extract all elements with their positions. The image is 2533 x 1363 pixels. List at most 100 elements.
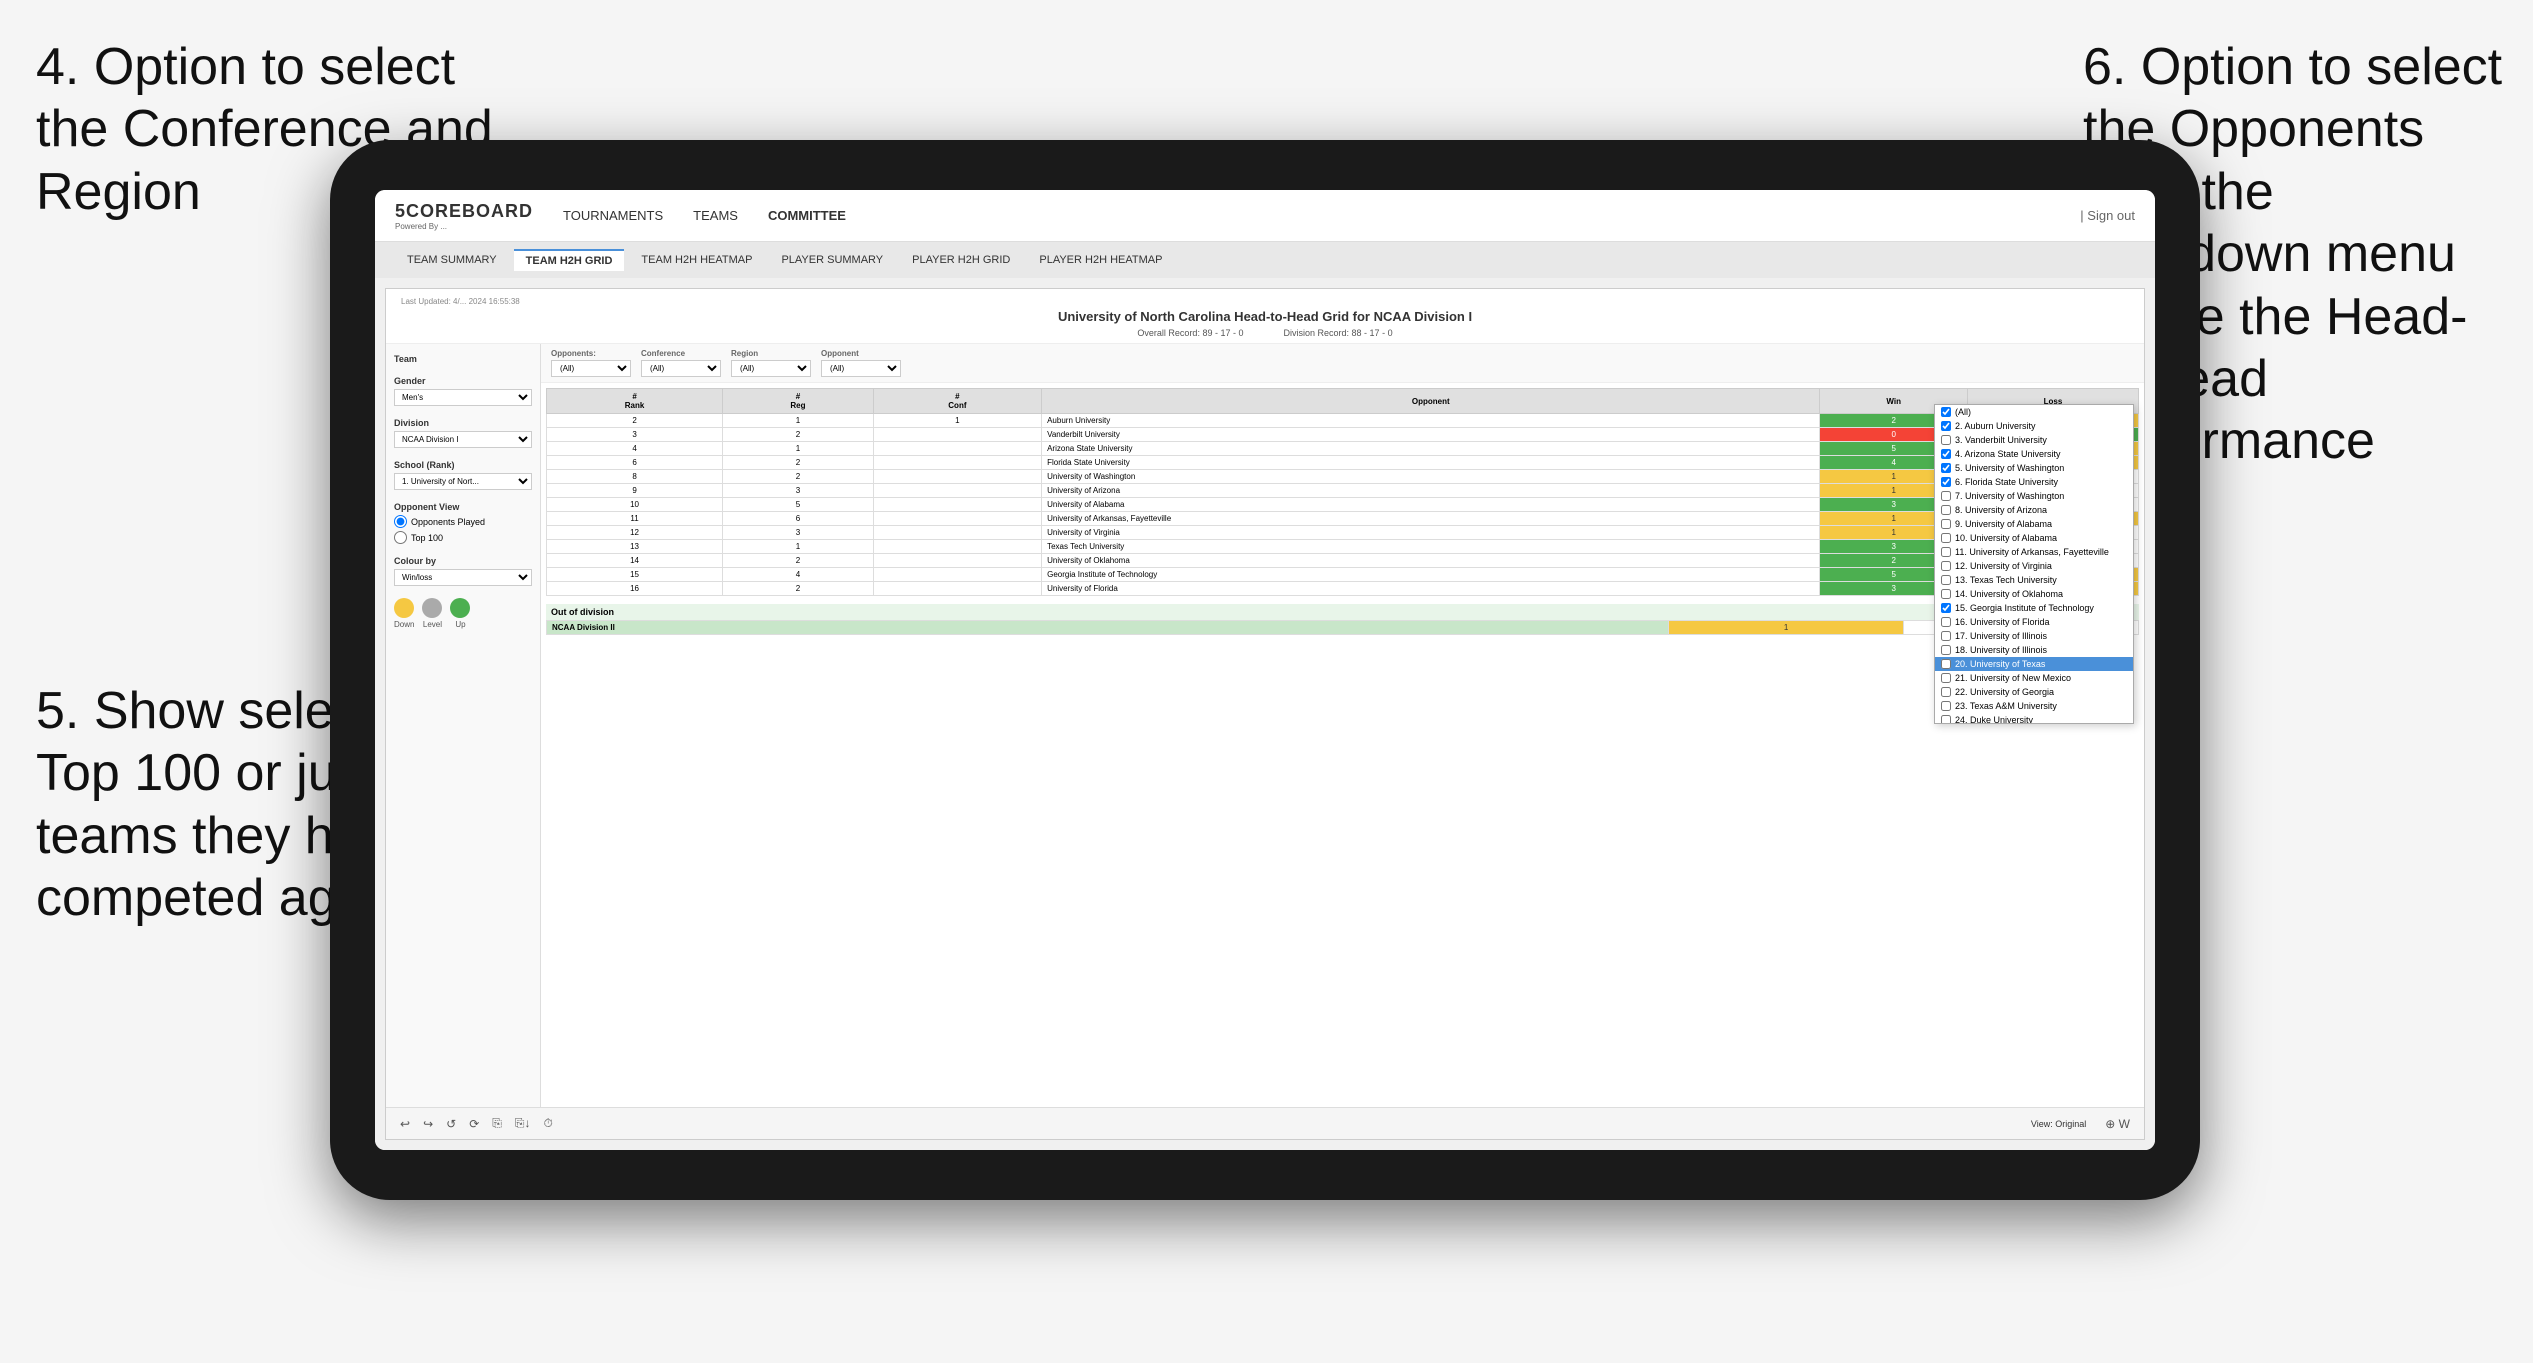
nav-tournaments[interactable]: TOURNAMENTS	[563, 203, 663, 228]
reg-cell: 2	[723, 470, 874, 484]
opponent-cell: Vanderbilt University	[1042, 428, 1820, 442]
dropdown-item[interactable]: 6. Florida State University	[1935, 475, 2133, 489]
tab-player-h2h-heatmap[interactable]: PLAYER H2H HEATMAP	[1027, 250, 1174, 270]
toolbar-paste[interactable]: ⎘↓	[511, 1114, 535, 1133]
dropdown-item[interactable]: 10. University of Alabama	[1935, 531, 2133, 545]
gender-select[interactable]: Men's	[394, 389, 532, 406]
conf-cell	[873, 540, 1041, 554]
nav-sign-out[interactable]: | Sign out	[2080, 208, 2135, 223]
tablet: 5COREBOARD Powered By ... TOURNAMENTS TE…	[330, 140, 2200, 1200]
dropdown-item[interactable]: 24. Duke University	[1935, 713, 2133, 724]
team-section: Team	[394, 354, 532, 364]
left-panel: Team Gender Men's Division NCAA Division…	[386, 344, 541, 1107]
dropdown-item[interactable]: 15. Georgia Institute of Technology	[1935, 601, 2133, 615]
opponent-cell: University of Alabama	[1042, 498, 1820, 512]
dropdown-item[interactable]: 20. University of Texas	[1935, 657, 2133, 671]
opponents-played-radio[interactable]: Opponents Played	[394, 515, 532, 528]
opponents-played-label: Opponents Played	[411, 517, 485, 527]
nav-links: TOURNAMENTS TEAMS COMMITTEE	[563, 203, 2080, 228]
toolbar-bottom: ↩ ↪ ↺ ⟳ ⎘ ⎘↓ ⏱ View: Original ⊕ W	[386, 1107, 2144, 1139]
school-select[interactable]: 1. University of Nort...	[394, 473, 532, 490]
table-row: 16 2 University of Florida 3 1	[547, 582, 2139, 596]
legend-up-label: Up	[455, 620, 465, 629]
nav-teams[interactable]: TEAMS	[693, 203, 738, 228]
region-filter-select[interactable]: (All)	[731, 360, 811, 377]
toolbar-redo[interactable]: ↪	[419, 1115, 437, 1133]
out-division-label: Out of division	[546, 604, 2139, 620]
division-select[interactable]: NCAA Division I	[394, 431, 532, 448]
reg-cell: 2	[723, 582, 874, 596]
school-section: School (Rank) 1. University of Nort...	[394, 460, 532, 490]
dropdown-item[interactable]: 21. University of New Mexico	[1935, 671, 2133, 685]
dropdown-item[interactable]: (All)	[1935, 405, 2133, 419]
data-table: #Rank #Reg #Conf Opponent Win Loss	[546, 388, 2139, 596]
toolbar-undo[interactable]: ↩	[396, 1115, 414, 1133]
dropdown-item[interactable]: 5. University of Washington	[1935, 461, 2133, 475]
gender-label: Gender	[394, 376, 532, 386]
colour-select[interactable]: Win/loss	[394, 569, 532, 586]
dropdown-item[interactable]: 7. University of Washington	[1935, 489, 2133, 503]
opponents-filter-select[interactable]: (All)	[551, 360, 631, 377]
report-updated: Last Updated: 4/... 2024 16:55:38	[401, 297, 2129, 306]
legend-dot-down	[394, 598, 414, 618]
opponent-dropdown[interactable]: (All) 2. Auburn University 3. Vanderbilt…	[1934, 404, 2134, 724]
legend-down-label: Down	[394, 620, 414, 629]
toolbar-zoom[interactable]: ⊕ W	[2101, 1115, 2134, 1133]
dropdown-item[interactable]: 11. University of Arkansas, Fayetteville	[1935, 545, 2133, 559]
legend-level: Level	[422, 598, 442, 629]
tab-team-summary[interactable]: TEAM SUMMARY	[395, 250, 509, 270]
dropdown-item[interactable]: 13. Texas Tech University	[1935, 573, 2133, 587]
dropdown-item[interactable]: 14. University of Oklahoma	[1935, 587, 2133, 601]
dropdown-item[interactable]: 2. Auburn University	[1935, 419, 2133, 433]
top100-radio[interactable]: Top 100	[394, 531, 532, 544]
dropdown-item[interactable]: 4. Arizona State University	[1935, 447, 2133, 461]
dropdown-item[interactable]: 22. University of Georgia	[1935, 685, 2133, 699]
nav-committee[interactable]: COMMITTEE	[768, 203, 846, 228]
table-row: 6 2 Florida State University 4 2	[547, 456, 2139, 470]
opponent-cell: University of Arizona	[1042, 484, 1820, 498]
dropdown-item[interactable]: 17. University of Illinois	[1935, 629, 2133, 643]
toolbar-refresh[interactable]: ⟳	[465, 1115, 483, 1133]
dropdown-item[interactable]: 3. Vanderbilt University	[1935, 433, 2133, 447]
col-opponent: Opponent	[1042, 389, 1820, 414]
toolbar-reset[interactable]: ↺	[442, 1115, 460, 1133]
conference-filter-select[interactable]: (All)	[641, 360, 721, 377]
rank-cell: 12	[547, 526, 723, 540]
rank-cell: 2	[547, 414, 723, 428]
tab-player-h2h-grid[interactable]: PLAYER H2H GRID	[900, 250, 1022, 270]
data-table-wrapper: #Rank #Reg #Conf Opponent Win Loss	[541, 383, 2144, 1107]
opponent-cell: University of Virginia	[1042, 526, 1820, 540]
app-logo: 5COREBOARD Powered By ...	[395, 201, 533, 231]
opponent-cell: University of Arkansas, Fayetteville	[1042, 512, 1820, 526]
dropdown-item[interactable]: 9. University of Alabama	[1935, 517, 2133, 531]
rank-cell: 3	[547, 428, 723, 442]
dropdown-item[interactable]: 23. Texas A&M University	[1935, 699, 2133, 713]
tablet-screen: 5COREBOARD Powered By ... TOURNAMENTS TE…	[375, 190, 2155, 1150]
region-filter-group: Region (All)	[731, 349, 811, 377]
opponents-filter-label: Opponents:	[551, 349, 631, 358]
rank-cell: 10	[547, 498, 723, 512]
dropdown-item[interactable]: 18. University of Illinois	[1935, 643, 2133, 657]
report-body: Team Gender Men's Division NCAA Division…	[386, 344, 2144, 1107]
opponent-cell: Texas Tech University	[1042, 540, 1820, 554]
conf-cell	[873, 428, 1041, 442]
tab-team-h2h-grid[interactable]: TEAM H2H GRID	[514, 249, 625, 271]
toolbar-copy[interactable]: ⎘	[488, 1114, 506, 1133]
reg-cell: 2	[723, 456, 874, 470]
opponent-filter-select[interactable]: (All)	[821, 360, 901, 377]
conf-cell	[873, 526, 1041, 540]
dropdown-item[interactable]: 12. University of Virginia	[1935, 559, 2133, 573]
tab-team-h2h-heatmap[interactable]: TEAM H2H HEATMAP	[629, 250, 764, 270]
dropdown-item[interactable]: 8. University of Arizona	[1935, 503, 2133, 517]
col-conf: #Conf	[873, 389, 1041, 414]
reg-cell: 3	[723, 484, 874, 498]
dropdown-item[interactable]: 16. University of Florida	[1935, 615, 2133, 629]
table-row: 12 3 University of Virginia 1 0	[547, 526, 2139, 540]
tab-player-summary[interactable]: PLAYER SUMMARY	[769, 250, 895, 270]
right-content: Opponents: (All) Conference (All)	[541, 344, 2144, 1107]
reg-cell: 4	[723, 568, 874, 582]
rank-cell: 14	[547, 554, 723, 568]
toolbar-clock[interactable]: ⏱	[539, 1114, 556, 1133]
team-label: Team	[394, 354, 532, 364]
toolbar-view-label: View: Original	[2031, 1119, 2086, 1129]
